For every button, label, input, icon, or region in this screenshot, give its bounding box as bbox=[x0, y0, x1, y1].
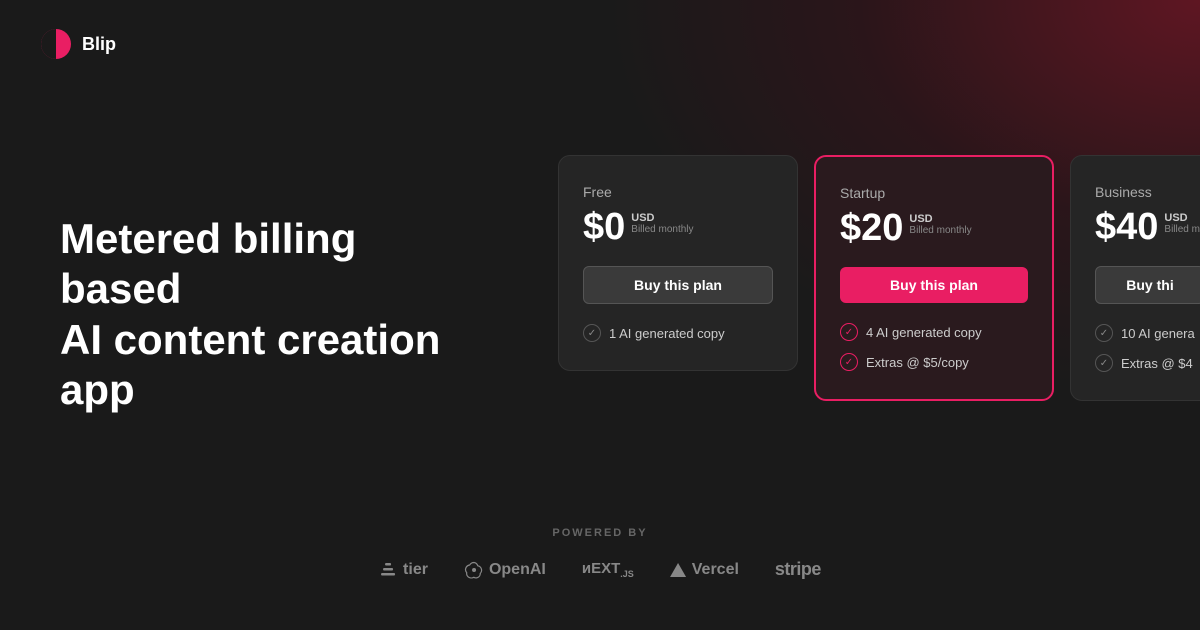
plan-price-row-startup: $20 USD Billed monthly bbox=[840, 209, 1028, 247]
powered-by-label: POWERED BY bbox=[552, 527, 647, 539]
logo-text: Blip bbox=[82, 34, 116, 55]
plan-billing-startup: Billed monthly bbox=[909, 225, 971, 236]
check-icon: ✓ bbox=[583, 324, 601, 342]
powered-by-section: POWERED BY tier OpenAI ᴎEXT.JS bbox=[379, 527, 821, 580]
feature-text: Extras @ $4 bbox=[1121, 356, 1193, 371]
check-icon: ✓ bbox=[1095, 354, 1113, 372]
plan-billing-business: Billed monthly bbox=[1164, 224, 1200, 235]
plan-price-business: $40 bbox=[1095, 208, 1158, 246]
nextjs-label: ᴎEXT.JS bbox=[582, 560, 634, 579]
feature-item: ✓ Extras @ $4 bbox=[1095, 354, 1200, 372]
vercel-icon bbox=[670, 563, 686, 577]
pricing-card-free: Free $0 USD Billed monthly Buy this plan… bbox=[558, 155, 798, 371]
feature-text: 10 AI genera bbox=[1121, 326, 1195, 341]
plan-price-row-free: $0 USD Billed monthly bbox=[583, 208, 773, 246]
feature-item: ✓ 1 AI generated copy bbox=[583, 324, 773, 342]
pricing-card-business: Business $40 USD Billed monthly Buy thi … bbox=[1070, 155, 1200, 401]
features-list-free: ✓ 1 AI generated copy bbox=[583, 324, 773, 342]
feature-text: 4 AI generated copy bbox=[866, 325, 982, 340]
blip-logo-icon bbox=[40, 28, 72, 60]
pricing-card-startup: Startup $20 USD Billed monthly Buy this … bbox=[814, 155, 1054, 401]
features-list-startup: ✓ 4 AI generated copy ✓ Extras @ $5/copy bbox=[840, 323, 1028, 371]
plan-name-startup: Startup bbox=[840, 185, 1028, 201]
feature-text: Extras @ $5/copy bbox=[866, 355, 969, 370]
tier-brand: tier bbox=[379, 561, 428, 579]
plan-currency-startup: USD bbox=[909, 213, 971, 225]
vercel-label: Vercel bbox=[692, 561, 739, 579]
tier-icon bbox=[379, 561, 397, 579]
check-icon: ✓ bbox=[840, 353, 858, 371]
plan-name-free: Free bbox=[583, 184, 773, 200]
plan-currency-free: USD bbox=[631, 212, 693, 224]
feature-item: ✓ Extras @ $5/copy bbox=[840, 353, 1028, 371]
plan-price-startup: $20 bbox=[840, 209, 903, 247]
hero-title: Metered billing based AI content creatio… bbox=[60, 214, 480, 416]
features-list-business: ✓ 10 AI genera ✓ Extras @ $4 bbox=[1095, 324, 1200, 372]
plan-price-meta-business: USD Billed monthly bbox=[1164, 208, 1200, 235]
plan-price-meta-startup: USD Billed monthly bbox=[909, 209, 971, 236]
header: Blip bbox=[40, 28, 116, 60]
feature-text: 1 AI generated copy bbox=[609, 326, 725, 341]
check-icon: ✓ bbox=[840, 323, 858, 341]
buy-plan-startup-button[interactable]: Buy this plan bbox=[840, 267, 1028, 303]
nextjs-brand: ᴎEXT.JS bbox=[582, 560, 634, 579]
pricing-container: Free $0 USD Billed monthly Buy this plan… bbox=[558, 155, 1200, 401]
plan-currency-business: USD bbox=[1164, 212, 1200, 224]
buy-plan-free-button[interactable]: Buy this plan bbox=[583, 266, 773, 304]
powered-logos: tier OpenAI ᴎEXT.JS Vercel stripe bbox=[379, 559, 821, 580]
buy-plan-business-button[interactable]: Buy thi bbox=[1095, 266, 1200, 304]
plan-price-free: $0 bbox=[583, 208, 625, 246]
tier-label: tier bbox=[403, 561, 428, 579]
plan-price-row-business: $40 USD Billed monthly bbox=[1095, 208, 1200, 246]
stripe-brand: stripe bbox=[775, 559, 821, 580]
openai-icon bbox=[464, 560, 484, 580]
feature-item: ✓ 4 AI generated copy bbox=[840, 323, 1028, 341]
vercel-brand: Vercel bbox=[670, 561, 739, 579]
plan-name-business: Business bbox=[1095, 184, 1200, 200]
plan-billing-free: Billed monthly bbox=[631, 224, 693, 235]
hero-section: Metered billing based AI content creatio… bbox=[60, 214, 480, 416]
openai-brand: OpenAI bbox=[464, 560, 546, 580]
check-icon: ✓ bbox=[1095, 324, 1113, 342]
openai-label: OpenAI bbox=[489, 561, 546, 579]
stripe-label: stripe bbox=[775, 559, 821, 580]
plan-price-meta-free: USD Billed monthly bbox=[631, 208, 693, 235]
feature-item: ✓ 10 AI genera bbox=[1095, 324, 1200, 342]
